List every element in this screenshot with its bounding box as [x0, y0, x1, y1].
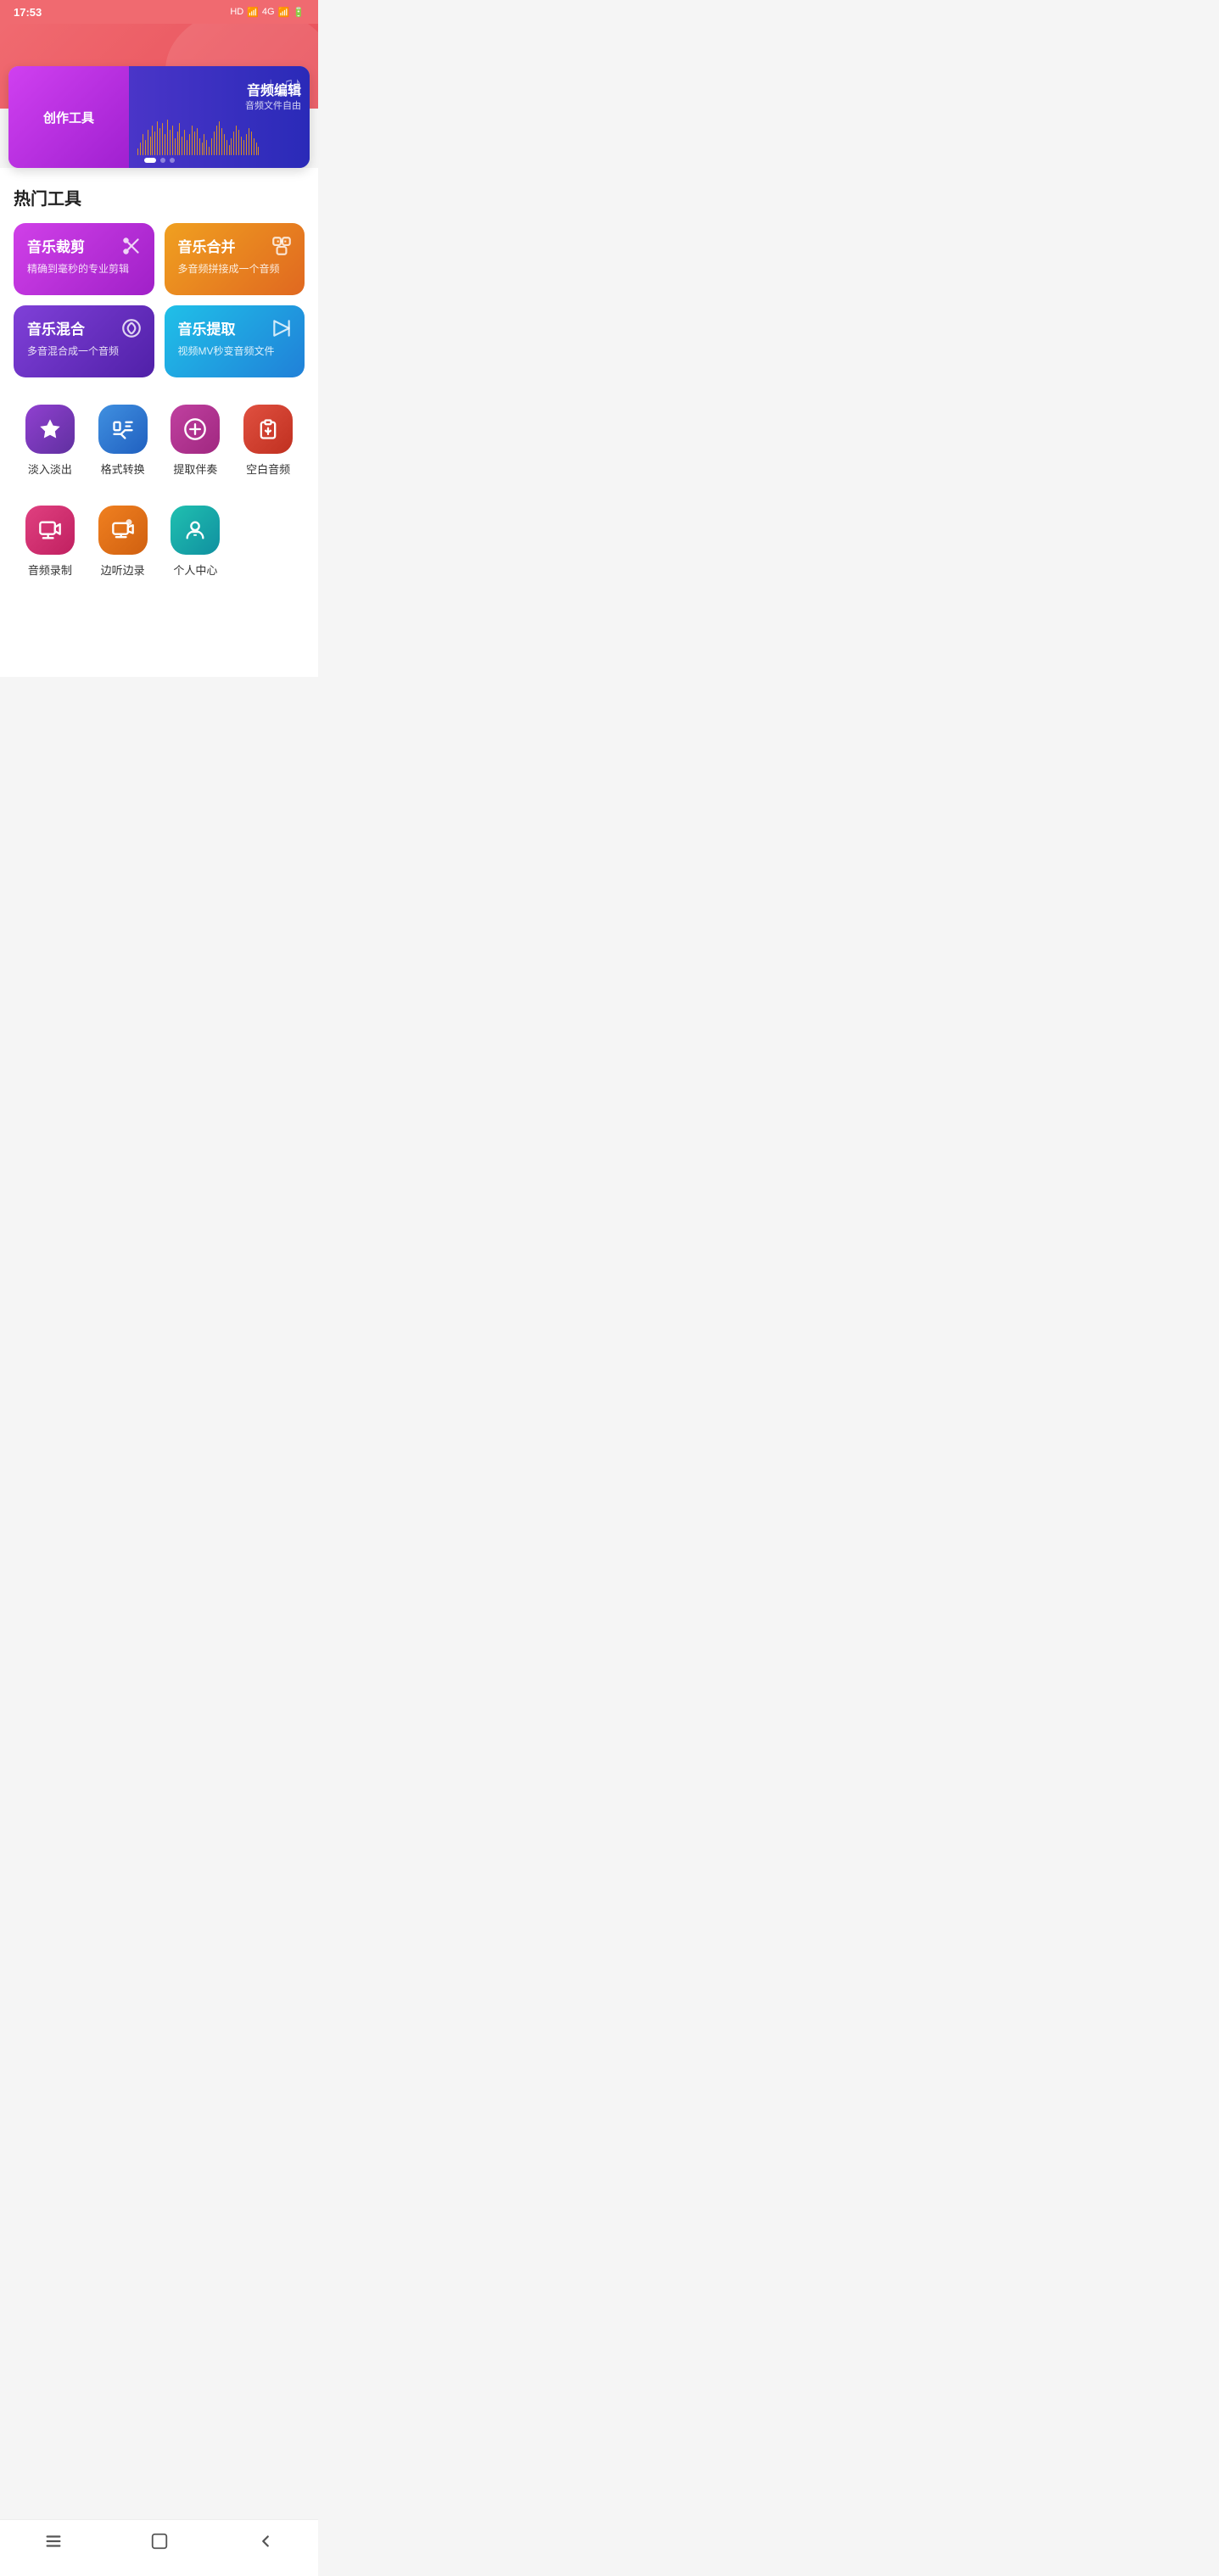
profile-icon-circle: [171, 506, 220, 555]
network-badge: 4G: [262, 7, 275, 17]
record-label: 音频录制: [28, 562, 72, 578]
nav-home-button[interactable]: [133, 2529, 186, 2559]
banner-slide-1: 创作工具 ♩♫♪ 音频编辑 音频文件自由: [8, 66, 310, 168]
dot-1: [144, 158, 156, 163]
music-extract-icon: [271, 317, 293, 344]
tool-card-music-merge[interactable]: 音乐合并 多音频拼接成一个音频: [165, 223, 305, 295]
hd-badge: HD: [230, 7, 243, 17]
music-cut-subtitle: 精确到毫秒的专业剪辑: [27, 261, 141, 276]
banner-inner: 创作工具 ♩♫♪ 音频编辑 音频文件自由: [8, 66, 310, 168]
music-mix-subtitle: 多音混合成一个音频: [27, 344, 141, 358]
profile-label: 个人中心: [173, 562, 217, 578]
banner-right-title: 音频编辑: [247, 79, 301, 99]
listen-record-icon-circle: [98, 506, 148, 555]
format-icon-circle: [98, 405, 148, 454]
tool-card-music-cut[interactable]: 音乐裁剪 精确到毫秒的专业剪辑: [14, 223, 154, 295]
dot-2: [160, 158, 165, 163]
fade-label: 淡入淡出: [28, 461, 72, 477]
icon-item-format[interactable]: 格式转换: [87, 394, 159, 487]
banner-left-text: 创作工具: [43, 109, 94, 126]
tool-cards-grid: 音乐裁剪 精确到毫秒的专业剪辑 音乐合并 多音频拼接成一个音频: [14, 223, 305, 377]
icon-grid-row1: 淡入淡出 格式转换 提取伴奏: [14, 394, 305, 487]
icon-item-record[interactable]: 音频录制: [14, 495, 87, 588]
record-icon-circle: [25, 506, 75, 555]
nav-back-button[interactable]: [239, 2529, 292, 2559]
extract-beat-label: 提取伴奏: [173, 461, 217, 477]
icon-item-fade[interactable]: 淡入淡出: [14, 394, 87, 487]
icon-item-extract-beat[interactable]: 提取伴奏: [159, 394, 232, 487]
format-label: 格式转换: [101, 461, 145, 477]
music-merge-icon: [271, 235, 293, 262]
tool-card-music-extract[interactable]: 音乐提取 视频MV秒变音频文件: [165, 305, 305, 377]
music-cut-icon: [120, 235, 143, 262]
icon-item-profile[interactable]: 个人中心: [159, 495, 232, 588]
bottom-navigation: [0, 2519, 318, 2576]
music-mix-icon: [120, 317, 143, 344]
banner-left-panel: 创作工具: [8, 66, 129, 168]
nav-menu-button[interactable]: [27, 2529, 80, 2559]
dot-3: [170, 158, 175, 163]
icon-item-empty: [232, 495, 305, 588]
icon-item-blank-audio[interactable]: 空白音频: [232, 394, 305, 487]
banner-carousel[interactable]: 创作工具 ♩♫♪ 音频编辑 音频文件自由: [8, 66, 310, 168]
banner-right-panel: ♩♫♪ 音频编辑 音频文件自由: [129, 66, 310, 168]
battery-icon: 🔋: [293, 7, 305, 18]
wifi-icon: 📶: [247, 7, 259, 18]
fade-icon-circle: [25, 405, 75, 454]
section-title: 热门工具: [14, 185, 305, 210]
listen-record-label: 边听边录: [101, 562, 145, 578]
music-merge-subtitle: 多音频拼接成一个音频: [178, 261, 292, 276]
icon-grid-row2: 音频录制 边听边录 个人中心: [14, 495, 305, 588]
status-icons: HD 📶 4G 📶 🔋: [230, 7, 305, 18]
music-extract-subtitle: 视频MV秒变音频文件: [178, 344, 292, 358]
status-time: 17:53: [14, 6, 42, 19]
status-bar: 17:53 HD 📶 4G 📶 🔋: [0, 0, 318, 24]
blank-audio-label: 空白音频: [246, 461, 290, 477]
icon-item-listen-record[interactable]: 边听边录: [87, 495, 159, 588]
main-content: 热门工具 音乐裁剪 精确到毫秒的专业剪辑 音乐合并 多音频拼接成一个音频: [0, 168, 318, 677]
extract-beat-icon-circle: [171, 405, 220, 454]
blank-audio-icon-circle: [243, 405, 293, 454]
signal-icon: 📶: [278, 7, 290, 18]
tool-card-music-mix[interactable]: 音乐混合 多音混合成一个音频: [14, 305, 154, 377]
banner-right-subtitle: 音频文件自由: [245, 98, 301, 112]
waveform-visual: [137, 121, 259, 155]
banner-dots: [144, 158, 175, 163]
